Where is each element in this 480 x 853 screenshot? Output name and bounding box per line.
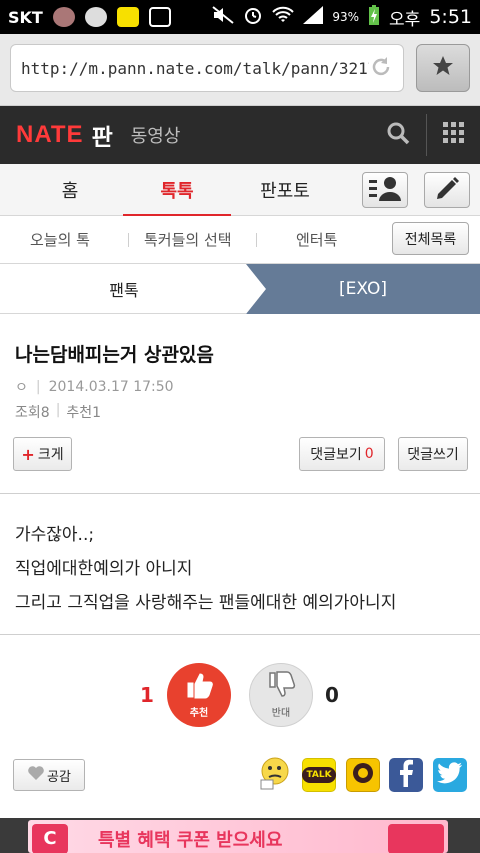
notification-app-icon bbox=[84, 7, 107, 27]
post-meta: ㅇ | 2014.03.17 17:50 bbox=[15, 377, 174, 397]
upvote-button[interactable]: 추천 bbox=[167, 663, 231, 727]
ad-banner-container: C 특별 혜택 쿠폰 받으세요 bbox=[0, 818, 480, 853]
write-comment-button[interactable]: 댓글쓰기 bbox=[398, 437, 468, 471]
user-list-icon bbox=[368, 175, 402, 205]
upvote-count: 1 bbox=[140, 683, 154, 707]
downvote-count: 0 bbox=[325, 683, 339, 707]
divider bbox=[0, 634, 480, 635]
signal-icon bbox=[303, 5, 324, 29]
write-post-button[interactable] bbox=[424, 172, 470, 208]
view-comments-label: 댓글보기 bbox=[310, 447, 362, 463]
post-content: 가수잖아..; 직업에대한예의가 아니지 그리고 그직업을 사랑해주는 팬들에대… bbox=[15, 518, 396, 620]
post-author[interactable]: ㅇ bbox=[15, 377, 28, 397]
facebook-icon bbox=[396, 759, 416, 791]
heart-icon bbox=[27, 765, 45, 785]
category-exo[interactable]: [EXO] bbox=[246, 264, 480, 314]
battery-percent: 93% bbox=[332, 10, 360, 24]
bookmark-button[interactable] bbox=[416, 44, 470, 92]
tab-pann-photo[interactable]: 판포토 bbox=[243, 164, 327, 216]
post-datetime: 2014.03.17 17:50 bbox=[48, 379, 174, 395]
search-icon bbox=[386, 121, 410, 149]
browser-toolbar: http://m.pann.nate.com/talk/pann/3217832… bbox=[0, 34, 480, 106]
main-tabs: 홈 톡톡 판포토 bbox=[0, 164, 480, 217]
image-notification-icon bbox=[148, 7, 171, 27]
views-count: 8 bbox=[40, 405, 50, 421]
reload-icon[interactable] bbox=[369, 56, 393, 80]
kakaostory-icon bbox=[351, 761, 375, 789]
header-divider bbox=[426, 114, 427, 156]
subtab-divider bbox=[256, 233, 257, 247]
thinking-face-icon bbox=[258, 756, 292, 794]
enlarge-text-button[interactable]: + 크게 bbox=[13, 437, 72, 471]
content-line: 가수잖아..; bbox=[15, 525, 95, 545]
star-icon bbox=[431, 54, 455, 82]
meta-divider: | bbox=[55, 402, 61, 418]
twitter-bird-icon bbox=[437, 762, 463, 788]
twitter-share-button[interactable] bbox=[433, 758, 467, 792]
comment-count: 0 bbox=[364, 446, 374, 462]
kakaotalk-share-button[interactable]: TALK bbox=[302, 758, 336, 792]
thumbs-up-icon bbox=[184, 671, 214, 703]
ad-banner[interactable]: C 특별 혜택 쿠폰 받으세요 bbox=[28, 820, 448, 853]
time-ampm: 오후 bbox=[389, 9, 421, 30]
sympathy-button[interactable]: 공감 bbox=[13, 759, 85, 791]
category-breadcrumb: 팬톡 [EXO] bbox=[0, 264, 480, 314]
carrier-label: SKT bbox=[8, 7, 43, 27]
tab-talktalk[interactable]: 톡톡 bbox=[123, 164, 231, 217]
alarm-icon bbox=[243, 5, 263, 30]
pencil-icon bbox=[434, 175, 460, 205]
views-label: 조회 bbox=[15, 405, 41, 421]
nate-logo[interactable]: NATE bbox=[16, 121, 84, 149]
ad-action-button[interactable] bbox=[388, 824, 444, 853]
upvote-label: 추천 bbox=[189, 708, 209, 719]
content-line: 직업에대한예의가 아니지 bbox=[15, 559, 193, 579]
plus-icon: + bbox=[21, 444, 35, 464]
category-fantalk[interactable]: 팬톡 bbox=[0, 264, 248, 314]
sub-tabs: 오늘의 톡 톡커들의 선택 엔터톡 전체목록 bbox=[0, 216, 480, 264]
video-link[interactable]: 동영상 bbox=[131, 122, 181, 148]
url-text[interactable]: http://m.pann.nate.com/talk/pann/3217832… bbox=[21, 59, 369, 78]
meta-divider: | bbox=[35, 379, 41, 395]
tab-home[interactable]: 홈 bbox=[28, 164, 112, 216]
ad-text: 특별 혜택 쿠폰 받으세요 bbox=[98, 830, 283, 851]
breadcrumb-arrow bbox=[246, 264, 266, 314]
downvote-label: 반대 bbox=[271, 708, 291, 719]
battery-charging-icon bbox=[368, 4, 380, 31]
enlarge-label: 크게 bbox=[37, 447, 64, 463]
kakaotalk-notification-icon bbox=[116, 7, 139, 27]
grid-menu-icon bbox=[443, 122, 465, 148]
post-title: 나는담배피는거 상관있음 bbox=[15, 344, 214, 366]
content-line: 그리고 그직업을 사랑해주는 팬들에대한 예의가아니지 bbox=[15, 593, 397, 613]
all-list-button[interactable]: 전체목록 bbox=[392, 222, 469, 255]
pann-logo[interactable]: 판 bbox=[92, 118, 113, 152]
divider bbox=[0, 493, 480, 494]
subtab-talkers-choice[interactable]: 톡커들의 선택 bbox=[144, 216, 232, 262]
ad-logo: C bbox=[32, 824, 68, 853]
mute-icon bbox=[212, 5, 234, 29]
post-stats: 조회8 | 추천1 bbox=[15, 402, 101, 422]
kakaotalk-icon: TALK bbox=[302, 767, 336, 783]
my-profile-button[interactable] bbox=[362, 172, 408, 208]
clock-time: 5:51 bbox=[429, 6, 472, 28]
thumbs-down-icon bbox=[266, 671, 296, 703]
recommend-count: 1 bbox=[92, 405, 102, 421]
subtab-entertainment-talk[interactable]: 엔터톡 bbox=[296, 216, 337, 262]
sympathy-label: 공감 bbox=[47, 769, 71, 785]
notification-app-icon bbox=[52, 7, 75, 27]
url-field[interactable]: http://m.pann.nate.com/talk/pann/3217832… bbox=[10, 44, 404, 92]
recommend-label: 추천 bbox=[66, 405, 93, 421]
emoticon-share-button[interactable] bbox=[258, 756, 292, 794]
status-bar: SKT 93% 오후 5:51 bbox=[0, 0, 480, 34]
site-header: NATE 판 동영상 bbox=[0, 106, 480, 164]
kakaostory-share-button[interactable] bbox=[346, 758, 380, 792]
subtab-today-talk[interactable]: 오늘의 톡 bbox=[30, 216, 90, 262]
search-button[interactable] bbox=[372, 106, 424, 164]
subtab-divider bbox=[128, 233, 129, 247]
downvote-button[interactable]: 반대 bbox=[249, 663, 313, 727]
facebook-share-button[interactable] bbox=[389, 758, 423, 792]
view-comments-button[interactable]: 댓글보기 0 bbox=[299, 437, 385, 471]
menu-button[interactable] bbox=[428, 106, 480, 164]
wifi-icon bbox=[272, 6, 295, 29]
